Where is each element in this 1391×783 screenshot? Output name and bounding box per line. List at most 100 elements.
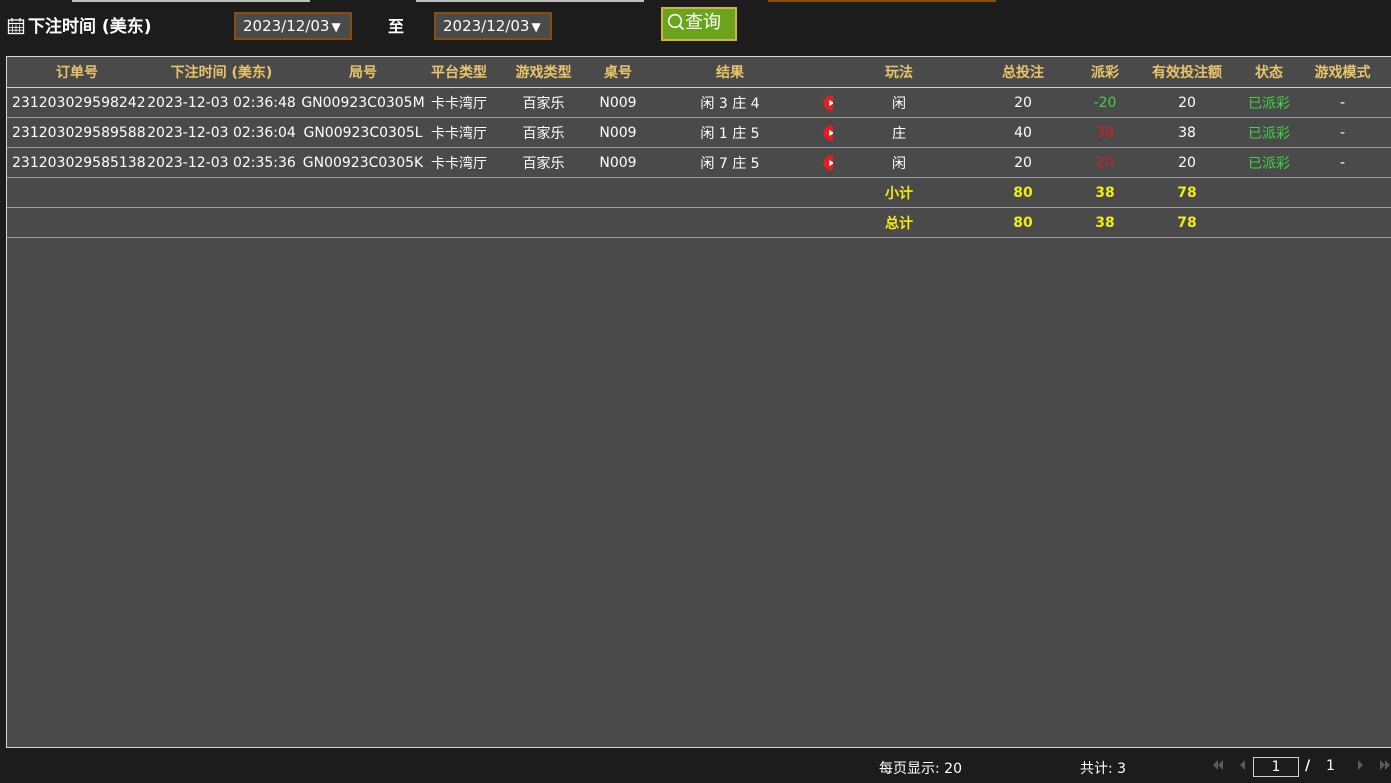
bet-time-cell: 2023-12-03 02:36:04 [147, 117, 296, 148]
query-button[interactable]: 查询 [661, 7, 737, 41]
summary-spacer [7, 177, 833, 208]
page-size-label: 每页显示: 20 [879, 761, 962, 777]
header-game-mode[interactable]: 游戏模式 [1293, 57, 1391, 88]
valid-bet-cell: 38 [1129, 117, 1245, 148]
header-platform[interactable]: 平台类型 [430, 57, 488, 88]
total-bet-cell: 20 [965, 147, 1081, 178]
play-icon[interactable] [823, 95, 833, 111]
replay-cell [823, 87, 833, 118]
table-row: 231203029585138 2023-12-03 02:35:36 GN00… [7, 147, 1391, 178]
prev-page-icon[interactable] [1237, 760, 1249, 770]
summary-spacer [1245, 207, 1391, 238]
chevron-down-icon: ▼ [331, 20, 341, 34]
page-separator: / [1305, 758, 1311, 774]
table-no-cell: N009 [599, 117, 637, 148]
game-type-cell: 百家乐 [488, 117, 599, 148]
total-bet-cell: 40 [965, 117, 1081, 148]
search-icon [667, 13, 685, 31]
replay-cell [823, 117, 833, 148]
table-row: 231203029589588 2023-12-03 02:36:04 GN00… [7, 117, 1391, 148]
game-type-cell: 百家乐 [488, 87, 599, 118]
status-badge: 已派彩 [1245, 117, 1293, 148]
table-row: 231203029598242 2023-12-03 02:36:48 GN00… [7, 87, 1391, 118]
payout-cell: -20 [1081, 87, 1129, 118]
platform-cell: 卡卡湾厅 [430, 87, 488, 118]
total-pages-label: 1 [1326, 758, 1335, 774]
bet-time-cell: 2023-12-03 02:36:48 [147, 87, 296, 118]
date-from-select[interactable]: 2023/12/03 ▼ [234, 12, 352, 40]
header-bet-time[interactable]: 下注时间 (美东) [147, 57, 296, 88]
header-valid-bet[interactable]: 有效投注额 [1129, 57, 1245, 88]
subtotal-valid-bet: 78 [1129, 177, 1245, 208]
replay-cell [823, 147, 833, 178]
header-round-no[interactable]: 局号 [296, 57, 430, 88]
play-cell: 庄 [833, 117, 965, 148]
status-badge: 已派彩 [1245, 147, 1293, 178]
calendar-icon [7, 18, 25, 35]
game-mode-cell: - [1293, 87, 1391, 118]
table-no-cell: N009 [599, 87, 637, 118]
result-cell: 闲 1 庄 5 [637, 117, 823, 148]
subtotal-row: 小计 80 38 78 [7, 177, 1391, 208]
platform-cell: 卡卡湾厅 [430, 147, 488, 178]
total-valid-bet: 78 [1129, 207, 1245, 238]
subtotal-payout: 38 [1081, 177, 1129, 208]
chevron-down-icon: ▼ [531, 20, 541, 34]
valid-bet-cell: 20 [1129, 87, 1245, 118]
play-icon[interactable] [823, 155, 833, 171]
payout-cell: 38 [1081, 117, 1129, 148]
game-mode-cell: - [1293, 147, 1391, 178]
subtotal-total-bet: 80 [965, 177, 1081, 208]
order-no-cell: 231203029585138 [7, 147, 147, 178]
header-order-no[interactable]: 订单号 [7, 57, 147, 88]
header-payout[interactable]: 派彩 [1081, 57, 1129, 88]
bet-records-table: 订单号 下注时间 (美东) 局号 平台类型 游戏类型 桌号 结果 玩法 总投注 … [7, 57, 1391, 238]
header-result[interactable]: 结果 [637, 57, 823, 88]
last-page-icon[interactable] [1379, 760, 1391, 770]
table-no-cell: N009 [599, 147, 637, 178]
play-icon[interactable] [823, 125, 833, 141]
valid-bet-cell: 20 [1129, 147, 1245, 178]
bet-records-panel: 订单号 下注时间 (美东) 局号 平台类型 游戏类型 桌号 结果 玩法 总投注 … [6, 56, 1391, 748]
header-replay [823, 57, 833, 88]
first-page-icon[interactable] [1212, 760, 1224, 770]
status-badge: 已派彩 [1245, 87, 1293, 118]
header-table-no[interactable]: 桌号 [599, 57, 637, 88]
total-total-bet: 80 [965, 207, 1081, 238]
header-game-type[interactable]: 游戏类型 [488, 57, 599, 88]
bet-time-cell: 2023-12-03 02:35:36 [147, 147, 296, 178]
game-type-cell: 百家乐 [488, 147, 599, 178]
pagination-bar: 每页显示: 20 共计: 3 / 1 [0, 748, 1391, 783]
next-page-icon[interactable] [1354, 760, 1366, 770]
play-cell: 闲 [833, 87, 965, 118]
platform-cell: 卡卡湾厅 [430, 117, 488, 148]
date-range-to-label: 至 [388, 17, 405, 36]
query-button-label: 查询 [685, 12, 721, 33]
total-label: 总计 [833, 207, 965, 238]
header-total-bet[interactable]: 总投注 [965, 57, 1081, 88]
summary-spacer [7, 207, 833, 238]
current-page-input[interactable] [1253, 757, 1299, 777]
filter-bar: 下注时间 (美东) 2023/12/03 ▼ 至 2023/12/03 ▼ 查询 [0, 0, 1391, 56]
order-no-cell: 231203029589588 [7, 117, 147, 148]
table-header-row: 订单号 下注时间 (美东) 局号 平台类型 游戏类型 桌号 结果 玩法 总投注 … [7, 57, 1391, 88]
date-to-select[interactable]: 2023/12/03 ▼ [434, 12, 552, 40]
header-play[interactable]: 玩法 [833, 57, 965, 88]
subtotal-label: 小计 [833, 177, 965, 208]
play-cell: 闲 [833, 147, 965, 178]
game-mode-cell: - [1293, 117, 1391, 148]
order-no-cell: 231203029598242 [7, 87, 147, 118]
total-bet-cell: 20 [965, 87, 1081, 118]
result-cell: 闲 3 庄 4 [637, 87, 823, 118]
round-no-cell: GN00923C0305L [296, 117, 430, 148]
total-count-label: 共计: 3 [1080, 761, 1127, 777]
header-status[interactable]: 状态 [1245, 57, 1293, 88]
payout-cell: 20 [1081, 147, 1129, 178]
date-to-value: 2023/12/03 [443, 17, 530, 35]
round-no-cell: GN00923C0305M [296, 87, 430, 118]
total-payout: 38 [1081, 207, 1129, 238]
summary-spacer [1245, 177, 1391, 208]
bet-time-filter-label: 下注时间 (美东) [28, 17, 152, 37]
result-cell: 闲 7 庄 5 [637, 147, 823, 178]
total-row: 总计 80 38 78 [7, 207, 1391, 238]
